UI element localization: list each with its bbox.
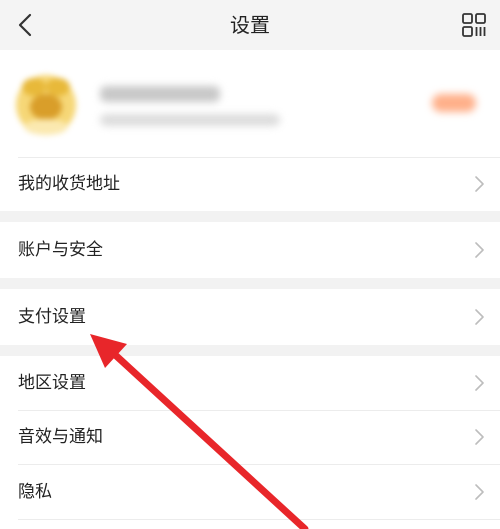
divider-line xyxy=(18,519,500,520)
profile-name-blurred xyxy=(100,86,220,102)
settings-item-address[interactable]: 我的收货地址 xyxy=(0,157,500,211)
profile-card[interactable] xyxy=(0,50,500,157)
settings-item-label: 音效与通知 xyxy=(18,427,103,447)
divider-line xyxy=(18,157,500,158)
profile-info-blurred xyxy=(100,114,280,126)
chevron-right-icon xyxy=(475,375,484,391)
navbar: 设置 xyxy=(0,0,500,50)
section-gap xyxy=(0,211,500,222)
chevron-right-icon xyxy=(475,309,484,325)
chevron-right-icon xyxy=(475,176,484,192)
profile-badge-blurred xyxy=(432,94,476,112)
page-title: 设置 xyxy=(230,13,270,37)
chevron-right-icon xyxy=(475,242,484,258)
settings-item-label: 隐私 xyxy=(18,482,52,502)
settings-item-payment[interactable]: 支付设置 xyxy=(0,289,500,345)
qr-code-icon xyxy=(462,13,486,37)
settings-item-sound-notification[interactable]: 音效与通知 xyxy=(0,411,500,464)
settings-item-label: 账户与安全 xyxy=(18,240,103,260)
settings-item-region[interactable]: 地区设置 xyxy=(0,356,500,410)
section-gap xyxy=(0,278,500,289)
settings-item-privacy[interactable]: 隐私 xyxy=(0,465,500,519)
settings-item-label: 我的收货地址 xyxy=(18,174,120,194)
section-gap xyxy=(0,345,500,356)
chevron-right-icon xyxy=(475,429,484,445)
qr-code-button[interactable] xyxy=(458,10,490,40)
settings-item-label: 支付设置 xyxy=(18,307,86,327)
avatar xyxy=(16,75,76,135)
settings-item-label: 地区设置 xyxy=(18,373,86,393)
settings-item-account-security[interactable]: 账户与安全 xyxy=(0,222,500,278)
chevron-right-icon xyxy=(475,484,484,500)
